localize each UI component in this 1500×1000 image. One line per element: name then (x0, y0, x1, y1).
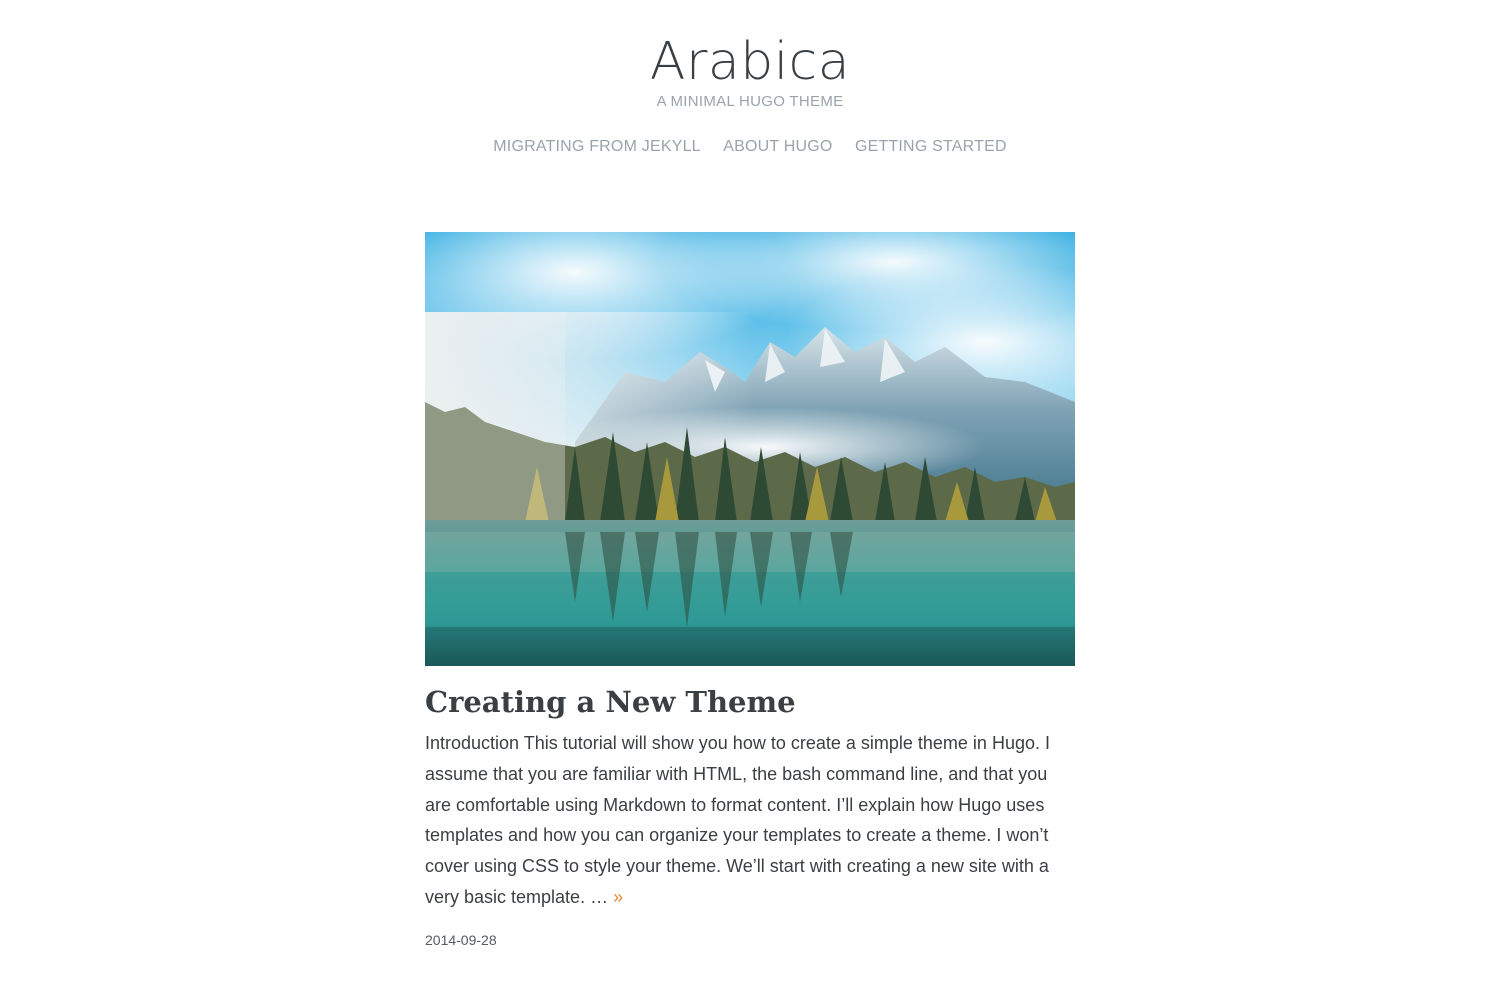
post-date: 2014-09-28 (425, 931, 497, 948)
read-more-link[interactable]: » (613, 887, 623, 907)
post-title-link[interactable]: Creating a New Theme (425, 685, 796, 719)
post-card: Creating a New Theme Introduction This t… (425, 232, 1075, 949)
mountain-lake-image (425, 232, 1075, 666)
main-nav: MIGRATING FROM JEKYLL ABOUT HUGO GETTING… (0, 136, 1500, 158)
site-tagline: A MINIMAL HUGO THEME (656, 93, 844, 110)
nav-item-about-hugo[interactable]: ABOUT HUGO (723, 138, 832, 155)
nav-item-migrating-from-jekyll[interactable]: MIGRATING FROM JEKYLL (493, 138, 700, 155)
post-summary: Introduction This tutorial will show you… (425, 728, 1075, 913)
nav-item-getting-started[interactable]: GETTING STARTED (855, 138, 1007, 155)
post-featured-image[interactable] (425, 232, 1075, 666)
site-title-link[interactable]: Arabica (0, 30, 1500, 94)
post-title: Creating a New Theme (425, 682, 1075, 722)
post-summary-text: Introduction This tutorial will show you… (425, 733, 1050, 907)
